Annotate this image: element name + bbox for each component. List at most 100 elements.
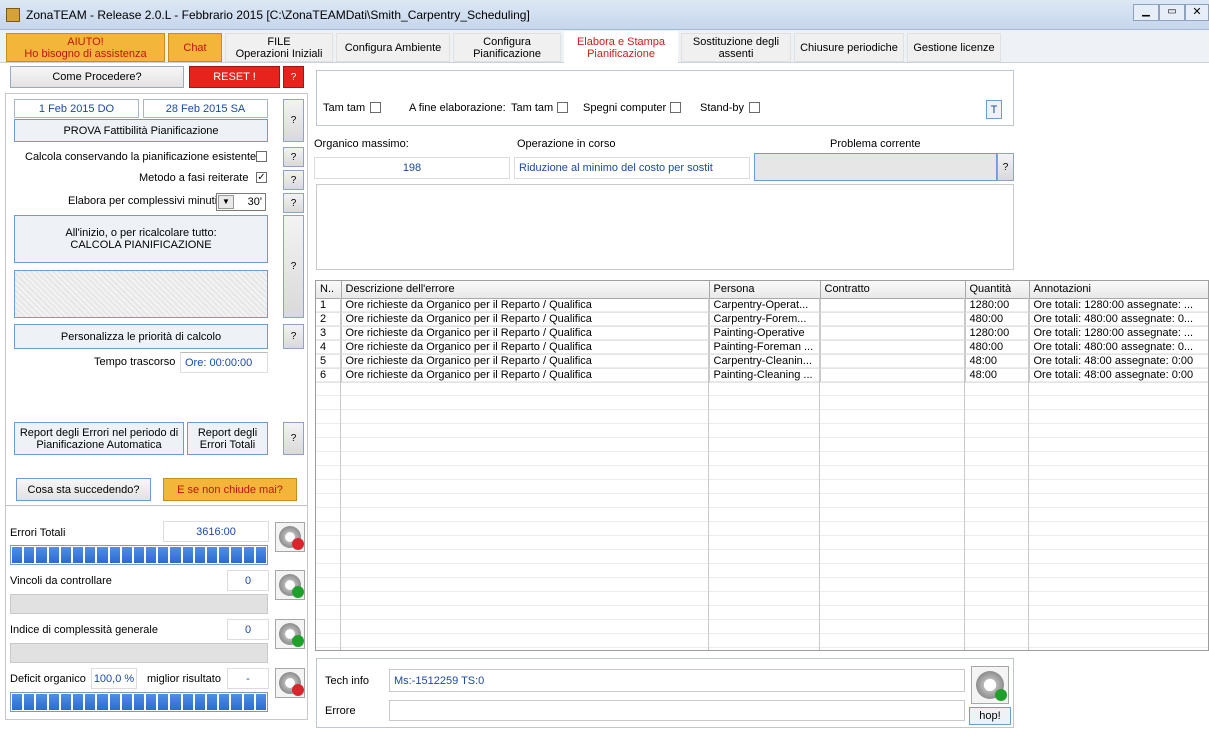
tab-configura-ambiente-label: Configura Ambiente [344,41,442,54]
prova-help-label: ? [290,115,297,126]
cell: Ore totali: 1280:00 assegnate: ... [1029,298,1208,313]
tab-aiuto[interactable]: AIUTO! Ho bisogno di assistenza [6,33,165,62]
calcola-conservando-help[interactable]: ? [283,147,304,167]
t-button[interactable]: T [986,100,1002,119]
reset-button[interactable]: RESET ! [189,66,280,88]
date-to-field[interactable]: 28 Feb 2015 SA [143,99,268,118]
col-header[interactable]: Descrizione dell'errore [341,281,710,299]
metodo-checkbox[interactable]: ✓ [256,172,267,183]
table-row[interactable]: 1 Ore richieste da Organico per il Repart… [316,298,1208,313]
table-row[interactable]: 6 Ore richieste da Organico per il Repart… [316,368,1208,383]
tab-elabora-stampa[interactable]: Elabora e Stampa Pianificazione [564,31,678,64]
indice-refresh-icon[interactable] [275,619,305,649]
maximize-button[interactable]: ▭ [1159,4,1185,21]
cell: 6 [316,368,342,383]
tempo-trascorso-value: Ore: 00:00:00 [180,352,268,373]
cell: Ore richieste da Organico per il Reparto… [341,354,710,369]
a-fine-label: A fine elaborazione: [409,102,506,114]
tab-licenze[interactable]: Gestione licenze [907,33,1001,62]
problema-help[interactable]: ? [997,153,1014,181]
cell: 3 [316,326,342,341]
table-row[interactable]: 3 Ore richieste da Organico per il Repart… [316,326,1208,341]
cell: Ore richieste da Organico per il Reparto… [341,340,710,355]
cell: 480:00 [965,340,1030,355]
hop-label: hop! [979,710,1001,722]
deficit-value: 100,0 % [93,672,135,685]
errors-table: N.. Descrizione dell'errore Persona Cont… [316,281,1208,383]
cell: 5 [316,354,342,369]
errori-totali-field: 3616:00 [163,521,269,542]
minuti-dropdown[interactable]: ▼ 30' [216,193,266,211]
tab-elabora-line2: Pianificazione [587,47,655,60]
problema-corrente-label: Problema corrente [830,138,921,150]
table-row[interactable]: 5 Ore richieste da Organico per il Repart… [316,354,1208,369]
report-help[interactable]: ? [283,422,304,455]
report-errori-line1: Report degli Errori nel periodo di [19,426,179,439]
tech-info-label: Tech info [325,675,370,687]
tab-chiusure[interactable]: Chiusure periodiche [794,33,904,62]
close-button[interactable]: ✕ [1185,4,1209,21]
cosa-sta-succedendo-button[interactable]: Cosa sta succedendo? [16,478,151,501]
se-non-chiude-button[interactable]: E se non chiude mai? [163,478,297,501]
tab-sostituzione[interactable]: Sostituzione degli assenti [681,33,791,62]
report-errori-periodo-button[interactable]: Report degli Errori nel periodo di Piani… [14,422,184,455]
table-row[interactable]: 2 Ore richieste da Organico per il Repart… [316,312,1208,327]
date-from-field[interactable]: 1 Feb 2015 DO [14,99,139,118]
reset-label: RESET ! [213,71,256,83]
tab-chat[interactable]: Chat [168,33,222,62]
col-header[interactable]: Quantità [965,281,1030,299]
col-header[interactable]: N.. [316,281,342,299]
standby-checkbox[interactable] [749,102,760,113]
cell: Carpentry-Forem... [709,312,821,327]
come-procedere-button[interactable]: Come Procedere? [10,66,184,88]
tam-tam-checkbox[interactable] [370,102,381,113]
vincoli-refresh-icon[interactable] [275,570,305,600]
elabora-minuti-help[interactable]: ? [283,193,304,213]
personalizza-help[interactable]: ? [283,324,304,349]
hop-button[interactable]: hop! [969,707,1011,725]
options-box [316,70,1014,126]
calcola-pianificazione-button[interactable]: All'inizio, o per ricalcolare tutto: CAL… [14,215,268,263]
miglior-risultato-value: - [246,672,250,685]
metodo-help[interactable]: ? [283,170,304,190]
calcola-conservando-label: Calcola conservando la pianificazione es… [25,151,257,163]
tab-configura-ambiente[interactable]: Configura Ambiente [336,33,450,62]
cell: Ore totali: 1280:00 assegnate: ... [1029,326,1208,341]
deficit-progress [10,692,268,712]
prova-fattibilita-button[interactable]: PROVA Fattibilità Pianificazione [14,119,268,142]
tab-licenze-label: Gestione licenze [913,41,995,54]
calcola-conservando-help-label: ? [290,151,297,163]
tempo-trascorso-label: Tempo trascorso [94,356,176,368]
minimize-button[interactable]: ▁ [1133,4,1159,21]
spegni-checkbox[interactable] [670,102,681,113]
deficit-refresh-icon[interactable] [275,668,305,698]
reset-help-button[interactable]: ? [283,66,304,88]
tam-tam2-checkbox[interactable] [557,102,568,113]
col-header[interactable]: Persona [709,281,821,299]
errori-refresh-icon[interactable] [275,522,305,552]
cell: Ore richieste da Organico per il Reparto… [341,368,710,383]
calcola-help-label: ? [290,261,297,272]
cosa-sta-succedendo-label: Cosa sta succedendo? [27,483,140,496]
calcola-conservando-checkbox[interactable] [256,151,267,162]
cell [820,312,966,327]
calcola-help[interactable]: ? [283,215,304,318]
spegni-label: Spegni computer [583,102,667,114]
indice-label: Indice di complessità generale [10,624,158,636]
se-non-chiude-label: E se non chiude mai? [177,483,283,496]
cell: Painting-Cleaning ... [709,368,821,383]
col-header[interactable]: Annotazioni [1029,281,1208,299]
title-bar: ZonaTEAM - Release 2.0.L - Febbrario 201… [0,0,1209,30]
table-row[interactable]: 4 Ore richieste da Organico per il Repart… [316,340,1208,355]
personalizza-help-label: ? [290,331,297,342]
col-header[interactable]: Contratto [820,281,966,299]
chevron-down-icon[interactable]: ▼ [218,195,234,209]
cell: Painting-Operative [709,326,821,341]
tab-configura-pianificazione[interactable]: Configura Pianificazione [453,33,561,62]
personalizza-button[interactable]: Personalizza le priorità di calcolo [14,324,268,349]
report-errori-totali-button[interactable]: Report degli Errori Totali [187,422,268,455]
cell: Carpentry-Cleanin... [709,354,821,369]
hop-gear-icon[interactable] [971,666,1009,704]
prova-help-button[interactable]: ? [283,99,304,142]
tab-file[interactable]: FILE Operazioni Iniziali [225,33,333,62]
